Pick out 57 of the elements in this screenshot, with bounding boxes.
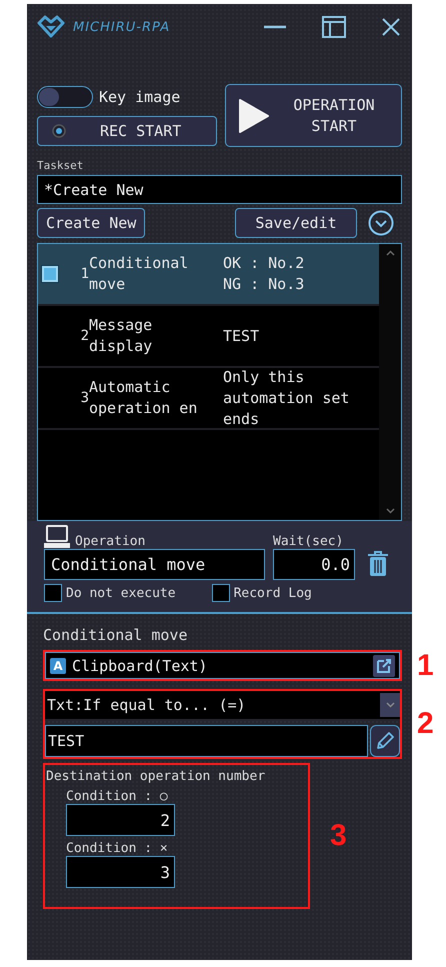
external-edit-icon[interactable] — [373, 654, 395, 676]
condition-label: Condition : × — [66, 841, 169, 856]
wait-field[interactable]: 0.0 — [273, 549, 355, 580]
minimize-icon[interactable] — [264, 25, 286, 29]
key-image-label: Key image — [99, 88, 180, 106]
rec-start-button[interactable]: REC START — [37, 116, 217, 146]
operation-number: 2 — [80, 328, 89, 344]
chevron-down-icon — [386, 702, 394, 708]
condition-field[interactable]: 2 — [66, 804, 175, 836]
scrollbar[interactable] — [379, 244, 401, 520]
scroll-down-icon[interactable] — [386, 508, 394, 514]
source-value: Clipboard(Text) — [72, 656, 208, 674]
laptop-icon — [44, 525, 70, 549]
text-type-badge: A — [50, 658, 66, 674]
source-field[interactable]: A Clipboard(Text) — [45, 652, 400, 679]
window-layout-icon[interactable] — [322, 16, 346, 38]
operation-detail: Only this automation set ends — [223, 366, 350, 430]
play-icon — [238, 98, 270, 134]
condition-field[interactable]: 3 — [66, 856, 175, 888]
operation-name: Message display — [89, 315, 154, 357]
heart-logo-icon — [37, 15, 65, 39]
taskset-field[interactable]: *Create New — [37, 175, 402, 204]
app-title: MICHIRU-RPA — [73, 20, 172, 34]
save-edit-button[interactable]: Save/edit — [235, 208, 357, 238]
operation-name: Automatic operation en — [89, 377, 198, 419]
operation-detail: OK : No.2 NG : No.3 — [223, 253, 304, 295]
operation-name: Conditional move — [89, 253, 190, 295]
record-dot-icon — [52, 124, 66, 138]
annotation-number: 1 — [417, 648, 434, 682]
create-new-button[interactable]: Create New — [37, 208, 146, 238]
operation-field[interactable]: Conditional move — [44, 549, 265, 580]
pencil-icon — [375, 731, 395, 751]
checkbox[interactable] — [44, 584, 62, 602]
editor-title: Conditional move — [43, 626, 188, 644]
close-icon[interactable] — [382, 18, 400, 36]
annotation-number: 2 — [417, 707, 434, 741]
scroll-up-icon[interactable] — [386, 250, 394, 256]
checkbox[interactable] — [212, 584, 230, 602]
key-image-toggle[interactable] — [37, 86, 93, 108]
compare-text-field[interactable]: TEST — [45, 725, 368, 757]
annotation-number: 3 — [330, 819, 347, 853]
operation-detail: TEST — [223, 326, 260, 346]
selection-marker — [42, 266, 58, 282]
option-checkbox[interactable]: Do not execute — [44, 584, 176, 602]
trash-icon[interactable] — [367, 551, 389, 577]
condition-label: Condition : ○ — [66, 789, 169, 804]
chevron-down-circle-icon[interactable] — [368, 210, 394, 236]
operation-number: 1 — [80, 266, 89, 282]
pencil-button[interactable] — [370, 725, 400, 757]
wait-label: Wait(sec) — [273, 534, 344, 549]
comparison-dropdown[interactable]: Txt:If equal to... (=) — [45, 691, 400, 719]
destination-label: Destination operation number — [46, 769, 266, 784]
operation-label: Operation — [75, 534, 146, 549]
operation-number: 3 — [80, 390, 89, 406]
option-checkbox[interactable]: Record Log — [212, 584, 312, 602]
operation-start-button[interactable]: OPERATION START — [225, 84, 402, 147]
taskset-label: Taskset — [37, 159, 84, 174]
